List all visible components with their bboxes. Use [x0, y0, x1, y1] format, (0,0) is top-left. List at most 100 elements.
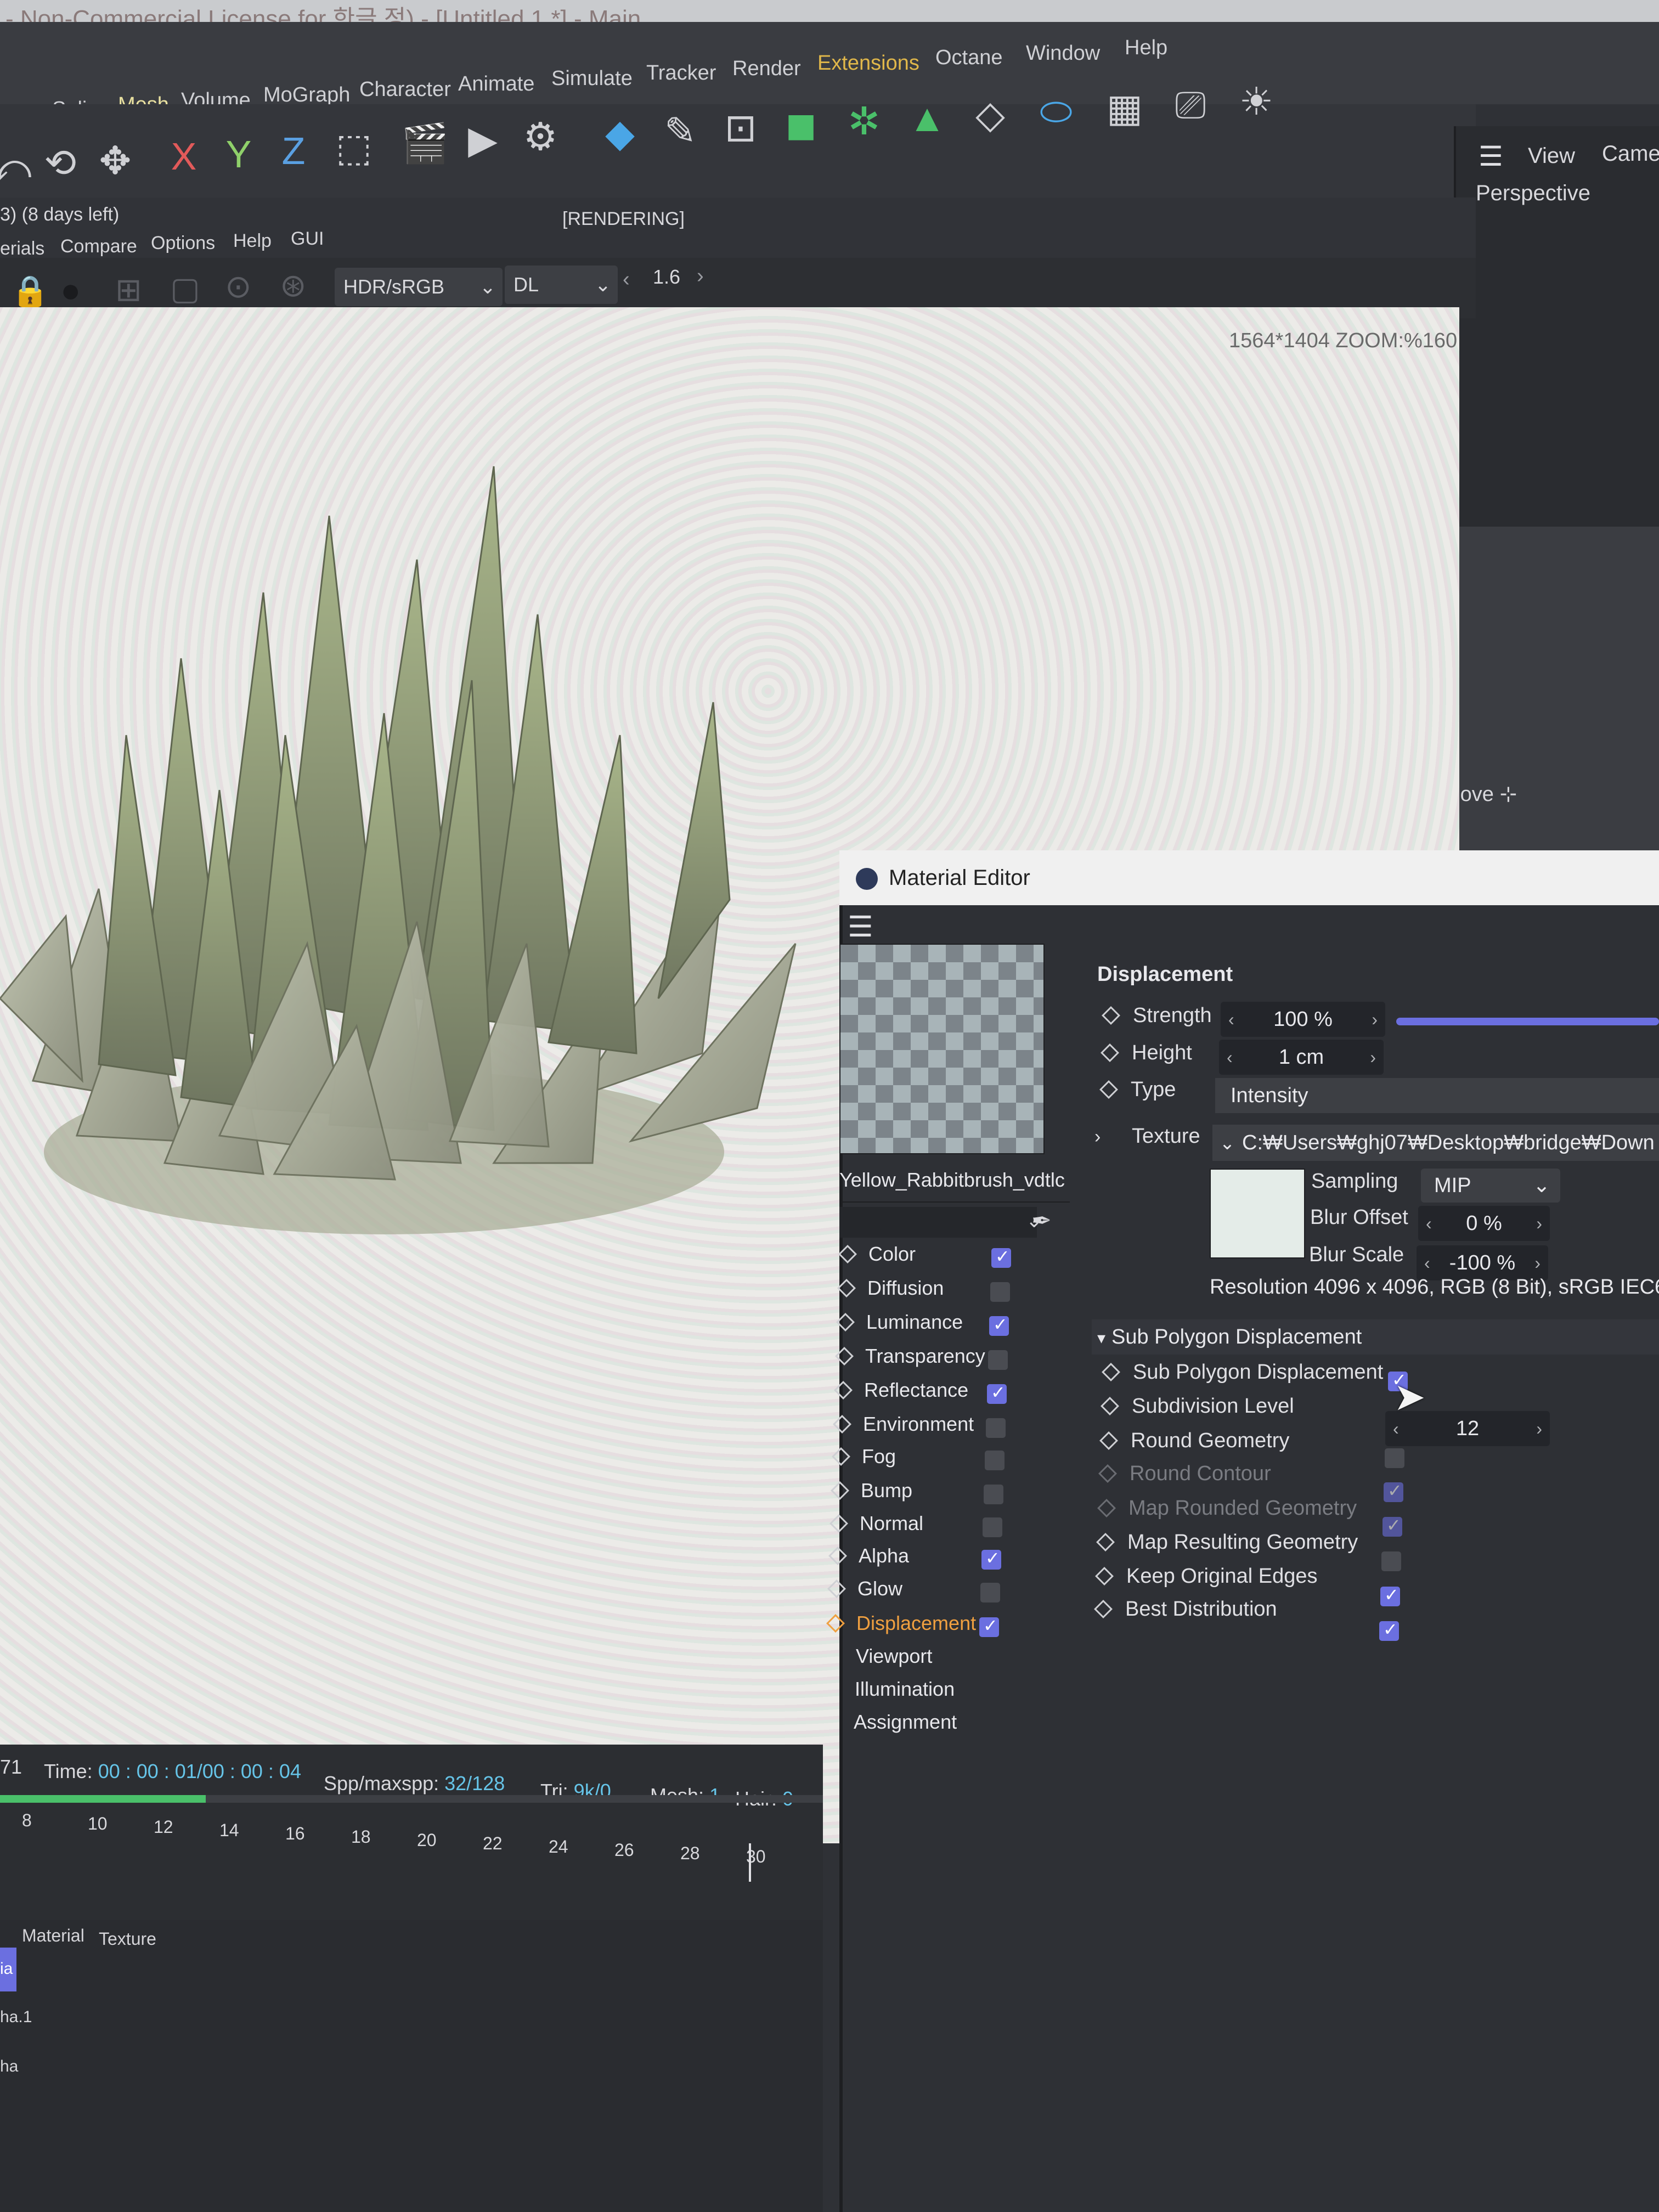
channel-bump[interactable]: Bump — [829, 1479, 994, 1510]
increment-icon[interactable]: › — [1372, 1002, 1378, 1037]
channel-color[interactable]: Color — [837, 1243, 1001, 1273]
increment-icon[interactable]: › — [1370, 1040, 1376, 1075]
channel-checkbox[interactable] — [983, 1517, 1002, 1537]
keyframe-diamond-icon[interactable] — [1099, 1431, 1118, 1450]
channel-checkbox[interactable] — [979, 1615, 999, 1637]
sub-polygon-section-header[interactable]: ▾ Sub Polygon Displacement — [1092, 1319, 1659, 1355]
playhead[interactable] — [749, 1843, 751, 1882]
material-name-field[interactable]: Yellow_Rabbitbrush_vdtlc — [839, 1169, 1070, 1203]
keyframe-diamond-icon[interactable] — [838, 1245, 857, 1263]
menu-render[interactable]: Render — [732, 57, 801, 81]
keyframe-diamond-icon[interactable] — [837, 1279, 856, 1297]
menu-simulate[interactable]: Simulate — [551, 67, 633, 91]
light-icon[interactable]: ☀ — [1229, 77, 1284, 126]
viewport-menu-view[interactable]: View — [1528, 144, 1575, 168]
chevron-down-icon[interactable]: ⌄ — [1212, 1125, 1242, 1161]
material-item[interactable]: ha.1 — [0, 2008, 32, 2027]
texture-thumbnail[interactable] — [1210, 1169, 1305, 1259]
hamburger-icon[interactable]: ☰ — [848, 911, 873, 944]
tab-texture[interactable]: Texture — [99, 1929, 156, 1949]
rotate-icon[interactable]: ⟲ — [33, 138, 88, 188]
channel-diffusion[interactable]: Diffusion — [836, 1277, 1000, 1307]
exposure-value[interactable]: 1.6 — [653, 266, 680, 289]
menu-window[interactable]: Window — [1026, 42, 1100, 65]
keyframe-diamond-icon[interactable] — [834, 1381, 853, 1400]
channel-checkbox[interactable] — [988, 1350, 1008, 1370]
region-icon[interactable]: ▢ — [170, 270, 200, 307]
keep-original-edges-checkbox[interactable] — [1380, 1584, 1400, 1606]
menu-tracker[interactable]: Tracker — [646, 61, 716, 85]
triangle-down-icon[interactable]: ▾ — [1097, 1321, 1111, 1356]
keyframe-diamond-icon[interactable] — [1101, 1397, 1119, 1415]
display-mode-select[interactable]: DL ⌄ — [505, 266, 618, 304]
add-region-icon[interactable]: ⊞ — [115, 271, 142, 308]
type-select[interactable]: Intensity — [1215, 1078, 1659, 1113]
channel-glow[interactable]: Glow — [826, 1577, 990, 1608]
decrement-icon[interactable]: ‹ — [623, 268, 630, 291]
menu-help[interactable]: Help — [1125, 36, 1167, 60]
rv-menu-options[interactable]: Options — [151, 233, 215, 254]
field-icon[interactable]: ⬭ — [1029, 87, 1084, 136]
height-field[interactable]: ‹ 1 cm › — [1219, 1040, 1384, 1075]
keyframe-diamond-icon[interactable] — [828, 1547, 847, 1565]
keyframe-diamond-icon[interactable] — [1096, 1533, 1115, 1551]
viewport-grid[interactable] — [1454, 527, 1659, 856]
channel-checkbox[interactable] — [981, 1548, 1001, 1570]
strength-field[interactable]: ‹ 100 % › — [1221, 1002, 1385, 1037]
rv-menu-gui[interactable]: GUI — [291, 228, 324, 250]
x-axis-icon[interactable]: X — [156, 132, 211, 181]
channel-checkbox[interactable] — [985, 1451, 1005, 1470]
channel-checkbox[interactable] — [984, 1485, 1003, 1504]
blur-offset-field[interactable]: ‹ 0 % › — [1418, 1206, 1550, 1241]
rv-menu-compare[interactable]: Compare — [60, 236, 137, 257]
texture-path-field[interactable]: ⌄ C:₩Users₩ghj07₩Desktop₩bridge₩Down — [1212, 1125, 1659, 1161]
sampling-select[interactable]: MIP ⌄ — [1421, 1169, 1560, 1203]
menu-octane[interactable]: Octane — [935, 46, 1003, 70]
material-editor-titlebar[interactable]: Material Editor — [839, 850, 1659, 905]
focus-icon[interactable]: ⊙ — [225, 268, 252, 305]
keyframe-diamond-icon[interactable] — [831, 1481, 849, 1500]
channel-checkbox[interactable] — [991, 1246, 1011, 1268]
channel-checkbox[interactable] — [980, 1583, 1000, 1602]
channel-environment[interactable]: Environment — [831, 1413, 996, 1443]
rv-menu-materials[interactable]: erials — [0, 238, 44, 259]
menu-mograph[interactable]: MoGraph — [263, 83, 350, 107]
keyframe-diamond-icon[interactable] — [826, 1614, 845, 1633]
menu-extensions[interactable]: Extensions — [817, 52, 919, 75]
keyframe-diamond-icon[interactable] — [827, 1579, 846, 1598]
menu-animate[interactable]: Animate — [458, 72, 534, 96]
channel-displacement[interactable]: Displacement — [825, 1612, 989, 1643]
decrement-icon[interactable]: ‹ — [1228, 1002, 1234, 1037]
subdivision-icon[interactable]: ⊡ — [713, 103, 768, 153]
channel-luminance[interactable]: Luminance — [834, 1311, 999, 1341]
section-viewport[interactable]: Viewport — [856, 1645, 932, 1668]
channel-fog[interactable]: Fog — [830, 1445, 995, 1476]
camera-icon[interactable]: ⎚ — [1163, 80, 1218, 129]
channel-checkbox[interactable] — [989, 1314, 1009, 1336]
channel-checkbox[interactable] — [990, 1282, 1010, 1302]
hamburger-icon[interactable]: ☰ — [1479, 140, 1503, 172]
keyframe-diamond-icon[interactable] — [1099, 1080, 1118, 1099]
section-assignment[interactable]: Assignment — [854, 1711, 957, 1734]
channel-checkbox[interactable] — [986, 1418, 1006, 1438]
chevron-right-icon[interactable]: › — [1094, 1126, 1111, 1148]
color-profile-select[interactable]: HDR/sRGB ⌄ — [335, 268, 503, 306]
floor-icon[interactable]: ▦ — [1097, 83, 1152, 133]
mograph-icon[interactable]: ▲ — [900, 93, 955, 143]
channel-transparency[interactable]: Transparency — [833, 1345, 998, 1375]
tab-material[interactable]: Material — [22, 1926, 84, 1946]
keyframe-diamond-icon[interactable] — [1094, 1600, 1113, 1618]
increment-icon[interactable]: › — [1536, 1206, 1542, 1241]
increment-icon[interactable]: › — [697, 264, 704, 288]
render-settings-icon[interactable]: ⚙ — [513, 112, 568, 161]
channel-alpha[interactable]: Alpha — [827, 1544, 991, 1575]
menu-character[interactable]: Character — [359, 78, 451, 101]
render-view-icon[interactable]: ▶ — [455, 115, 510, 165]
strength-slider[interactable] — [1396, 1018, 1659, 1025]
section-illumination[interactable]: Illumination — [855, 1678, 955, 1701]
viewport-menu-cameras[interactable]: Came — [1602, 142, 1659, 166]
pin-icon[interactable]: ⊛ — [280, 267, 307, 304]
decrement-icon[interactable]: ‹ — [1227, 1040, 1233, 1075]
render-region-icon[interactable]: 🎬 — [398, 119, 453, 168]
y-axis-icon[interactable]: Y — [211, 129, 266, 179]
